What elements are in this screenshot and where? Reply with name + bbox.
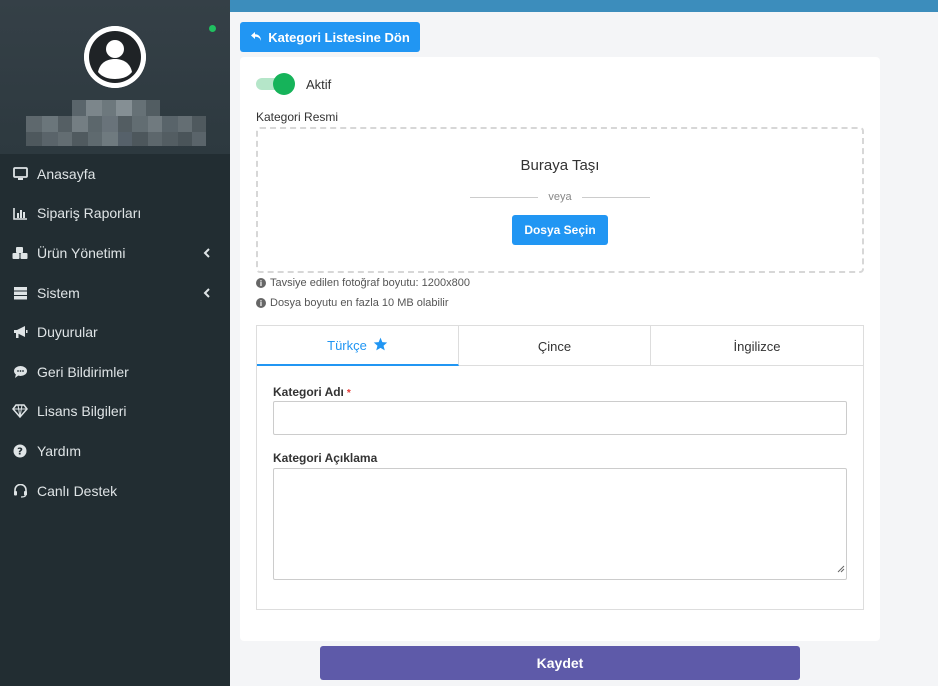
tab-ingilizce[interactable]: İngilizce <box>651 326 863 366</box>
resize-grip-icon[interactable] <box>837 560 845 578</box>
dropzone-title: Buraya Taşı <box>520 157 600 174</box>
tab-turkce[interactable]: Türkçe <box>257 326 459 366</box>
diamond-icon <box>12 403 28 419</box>
sidebar-item-label: Lisans Bilgileri <box>37 403 127 420</box>
language-tabs: Türkçe Çince İngilizce <box>257 326 863 366</box>
active-toggle[interactable] <box>256 73 296 95</box>
category-description-wrapper <box>273 468 847 580</box>
save-button[interactable]: Kaydet <box>320 646 800 680</box>
online-status-dot <box>209 25 216 32</box>
question-icon: ? <box>12 443 28 459</box>
category-description-textarea[interactable] <box>273 468 847 580</box>
sidebar-item-lisans-bilgileri[interactable]: Lisans Bilgileri <box>0 392 230 432</box>
bullhorn-icon <box>12 324 28 340</box>
sidebar-item-label: Sipariş Raporları <box>37 205 142 222</box>
hint-text: Dosya boyutu en fazla 10 MB olabilir <box>270 297 449 309</box>
active-toggle-label: Aktif <box>306 77 332 92</box>
image-dropzone[interactable]: Buraya Taşı veya Dosya Seçin <box>256 127 864 273</box>
sidebar-item-label: Anasayfa <box>37 165 96 182</box>
server-icon <box>12 285 28 301</box>
top-navbar <box>230 0 938 12</box>
sidebar-item-label: Geri Bildirimler <box>37 363 129 380</box>
main-content: Kategori Listesine Dön Aktif Kategori Re… <box>230 12 938 686</box>
hint-file-size: i Dosya boyutu en fazla 10 MB olabilir <box>256 297 449 309</box>
chevron-left-icon <box>203 245 210 261</box>
cubes-icon <box>12 245 28 261</box>
avatar[interactable] <box>84 26 146 88</box>
svg-text:?: ? <box>17 446 23 457</box>
sidebar-item-label: Duyurular <box>37 324 98 341</box>
dropzone-separator: veya <box>470 189 650 205</box>
tab-cince[interactable]: Çince <box>459 326 651 366</box>
dropzone-or-text: veya <box>548 191 572 203</box>
hint-text: Tavsiye edilen fotoğraf boyutu: 1200x800 <box>270 277 470 289</box>
headset-icon <box>12 483 28 499</box>
reply-icon <box>250 30 262 45</box>
sidebar-item-canli-destek[interactable]: Canlı Destek <box>0 471 230 511</box>
sidebar-menu: Anasayfa Sipariş Raporları Ürün Yönetimi… <box>0 154 230 510</box>
sidebar-item-label: Ürün Yönetimi <box>37 244 126 261</box>
language-tabs-panel: Türkçe Çince İngilizce Kategori Adı * Kat… <box>256 325 864 610</box>
sidebar-item-siparis-raporlari[interactable]: Sipariş Raporları <box>0 194 230 234</box>
tab-label: İngilizce <box>733 338 781 354</box>
category-form-card: Aktif Kategori Resmi Buraya Taşı veya Do… <box>240 57 880 641</box>
info-icon: i <box>256 298 266 308</box>
sidebar-item-duyurular[interactable]: Duyurular <box>0 312 230 352</box>
required-marker: * <box>346 388 351 399</box>
sidebar-item-urun-yonetimi[interactable]: Ürün Yönetimi <box>0 233 230 273</box>
category-name-input[interactable] <box>273 401 847 435</box>
category-description-label: Kategori Açıklama <box>273 451 378 465</box>
toggle-knob <box>273 73 295 95</box>
info-icon: i <box>256 278 266 288</box>
monitor-icon <box>12 166 28 182</box>
sidebar-item-anasayfa[interactable]: Anasayfa <box>0 154 230 194</box>
sidebar-item-sistem[interactable]: Sistem <box>0 273 230 313</box>
tab-label: Türkçe <box>327 337 367 353</box>
category-name-label: Kategori Adı * <box>273 385 351 399</box>
user-icon <box>84 26 146 88</box>
sidebar-item-label: Canlı Destek <box>37 482 118 499</box>
hint-photo-size: i Tavsiye edilen fotoğraf boyutu: 1200x8… <box>256 277 470 289</box>
user-panel <box>0 0 230 154</box>
tab-label: Çince <box>537 338 572 354</box>
back-to-category-list-button[interactable]: Kategori Listesine Dön <box>240 22 420 52</box>
sidebar-item-yardim[interactable]: ? Yardım <box>0 431 230 471</box>
choose-file-button[interactable]: Dosya Seçin <box>512 215 608 245</box>
sidebar-item-label: Yardım <box>37 442 82 459</box>
category-image-label: Kategori Resmi <box>256 110 339 124</box>
sidebar-item-geri-bildirimler[interactable]: Geri Bildirimler <box>0 352 230 392</box>
comment-icon <box>12 364 28 380</box>
sidebar: Anasayfa Sipariş Raporları Ürün Yönetimi… <box>0 0 230 686</box>
sidebar-item-label: Sistem <box>37 284 80 301</box>
star-icon <box>373 337 388 354</box>
bar-chart-icon <box>12 205 28 221</box>
chevron-left-icon <box>203 285 210 301</box>
category-name-label-text: Kategori Adı <box>273 385 344 399</box>
back-button-label: Kategori Listesine Dön <box>268 29 410 45</box>
